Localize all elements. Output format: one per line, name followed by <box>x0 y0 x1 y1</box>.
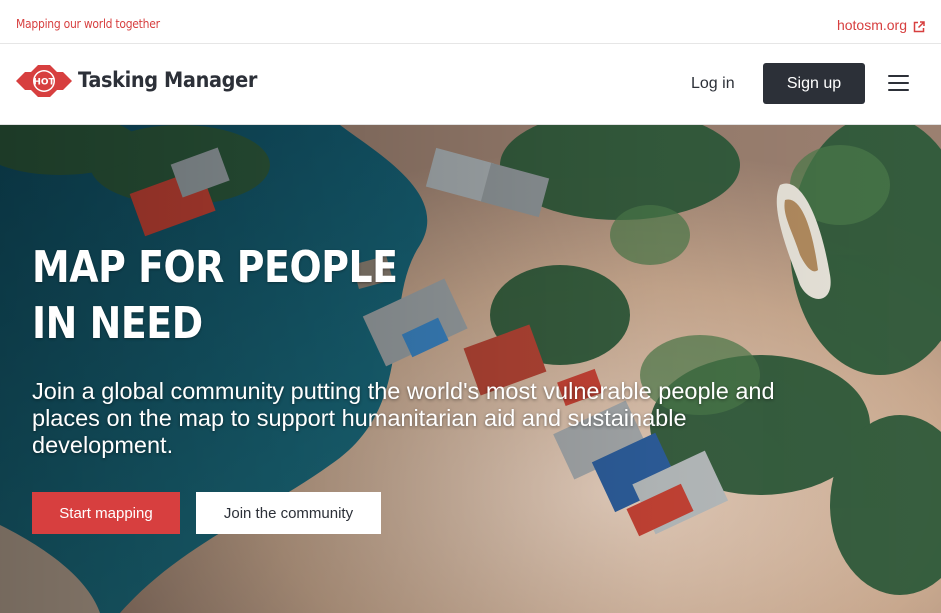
top-bar: Mapping our world together hotosm.org <box>0 0 941 44</box>
hero-background-image <box>0 125 941 613</box>
start-mapping-button[interactable]: Start mapping <box>32 492 180 534</box>
logo-text: HOT <box>33 78 55 88</box>
hero-subtitle: Join a global community putting the worl… <box>32 378 775 458</box>
hotosm-link[interactable]: hotosm.org <box>837 17 925 33</box>
join-community-button[interactable]: Join the community <box>196 492 381 534</box>
hot-logo-icon[interactable]: HOT <box>16 64 72 98</box>
brand-name[interactable]: Tasking Manager <box>78 68 257 92</box>
hamburger-menu-icon[interactable] <box>888 75 910 92</box>
hero-title-line2: IN NEED <box>32 298 203 349</box>
tagline: Mapping our world together <box>16 17 160 31</box>
signup-button[interactable]: Sign up <box>763 63 865 104</box>
hero-section: MAP FOR PEOPLE IN NEED Join a global com… <box>0 125 941 613</box>
main-navbar: HOT Tasking Manager Log in Sign up <box>0 44 941 125</box>
hero-title-line1: MAP FOR PEOPLE <box>32 242 398 293</box>
external-link-icon <box>913 20 925 32</box>
login-button[interactable]: Log in <box>691 75 735 93</box>
hotosm-link-label: hotosm.org <box>836 17 907 33</box>
hero-title: MAP FOR PEOPLE IN NEED <box>32 240 398 352</box>
